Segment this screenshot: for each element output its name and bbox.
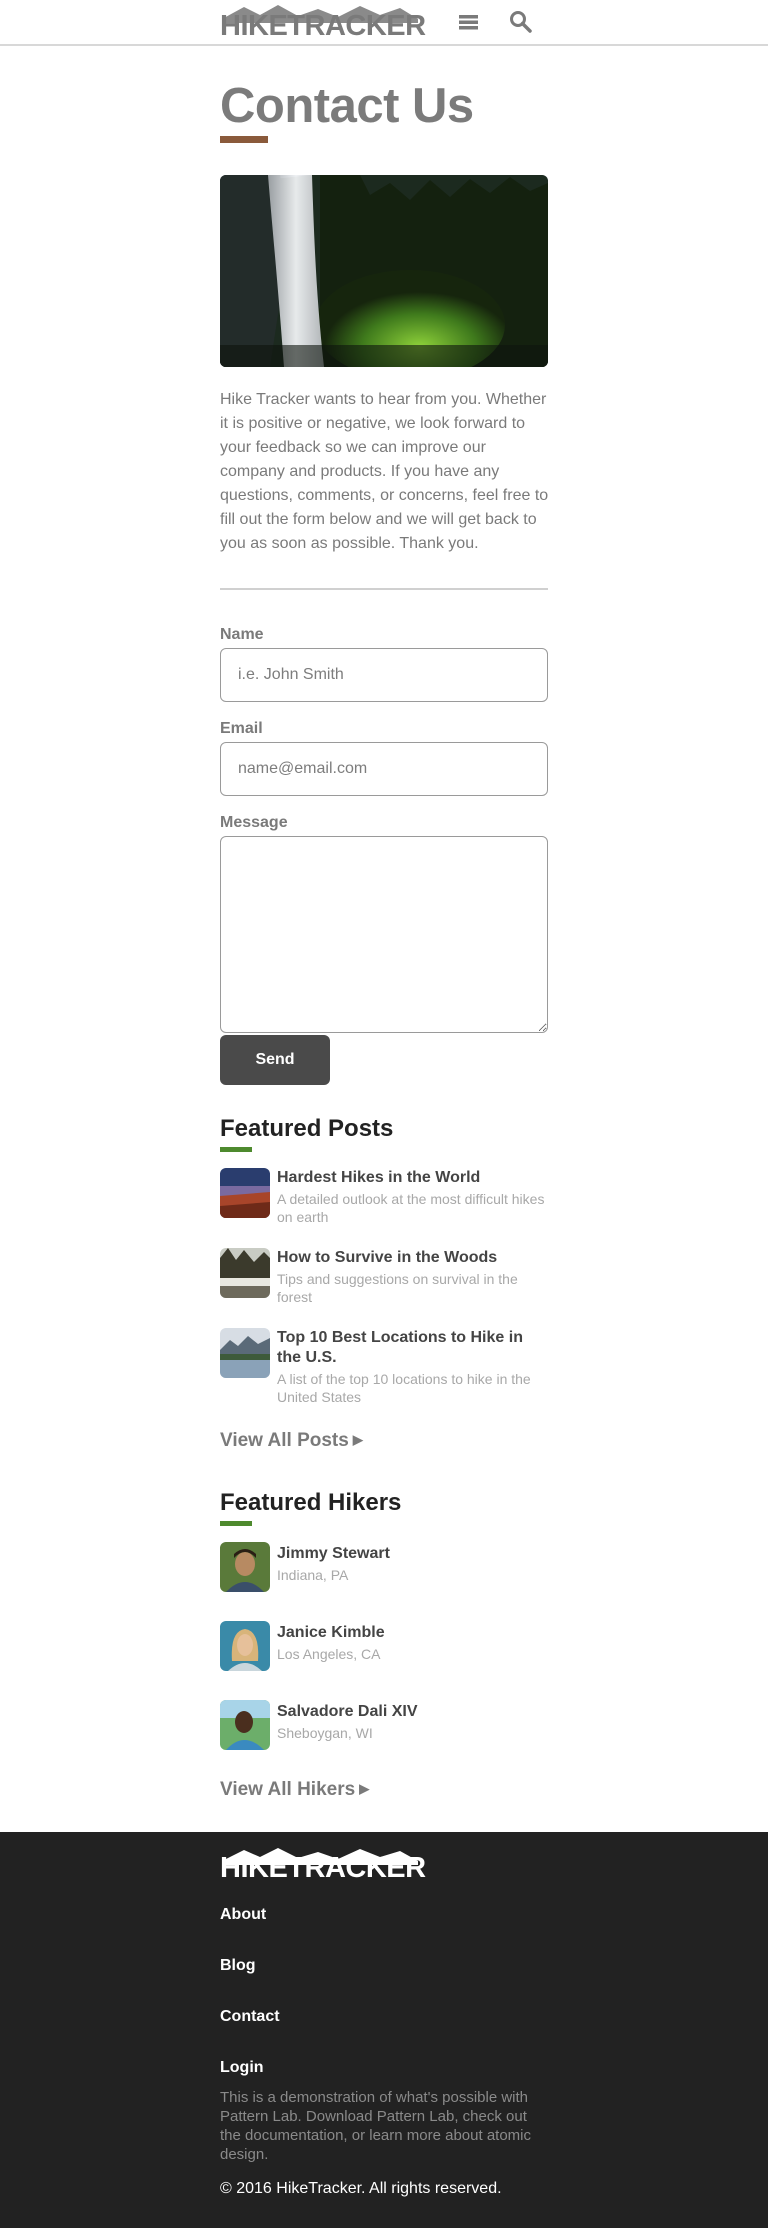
post-thumbnail xyxy=(220,1328,270,1378)
title-underline xyxy=(220,136,268,143)
post-description: A list of the top 10 locations to hike i… xyxy=(277,1371,531,1405)
email-input[interactable] xyxy=(220,742,548,796)
post-card[interactable]: Top 10 Best Locations to Hike in the U.S… xyxy=(220,1328,548,1405)
logo-text: HIKETRACKER xyxy=(220,10,426,42)
page-title: Contact Us xyxy=(220,79,474,133)
section-divider xyxy=(220,588,548,590)
play-arrow-icon: ▶ xyxy=(352,1432,363,1447)
site-header: HIKETRACKER xyxy=(0,0,768,46)
post-description: A detailed outlook at the most difficult… xyxy=(277,1191,545,1225)
site-logo[interactable]: HIKETRACKER xyxy=(220,3,426,41)
view-all-posts-label: View All Posts xyxy=(220,1430,349,1451)
footer-link-about[interactable]: About xyxy=(220,1906,266,1924)
hiker-location: Sheboygan, WI xyxy=(277,1725,373,1741)
menu-icon[interactable] xyxy=(456,10,482,34)
hiker-card[interactable]: Salvadore Dali XIV Sheboygan, WI xyxy=(220,1700,548,1750)
footer-link-login[interactable]: Login xyxy=(220,2059,264,2077)
footer-link-contact[interactable]: Contact xyxy=(220,2008,280,2026)
hiker-location: Los Angeles, CA xyxy=(277,1646,381,1662)
play-arrow-icon: ▶ xyxy=(359,1781,370,1796)
footer-link-blog[interactable]: Blog xyxy=(220,1957,256,1975)
hiker-name[interactable]: Salvadore Dali XIV xyxy=(277,1702,547,1722)
avatar xyxy=(220,1621,270,1671)
footer-copyright: © 2016 HikeTracker. All rights reserved. xyxy=(220,2180,502,2197)
featured-hikers-title: Featured Hikers xyxy=(220,1489,402,1516)
hiker-location: Indiana, PA xyxy=(277,1567,349,1583)
name-label: Name xyxy=(220,626,264,643)
post-card[interactable]: Hardest Hikes in the World A detailed ou… xyxy=(220,1168,548,1225)
send-button[interactable]: Send xyxy=(220,1035,330,1085)
footer-blurb: This is a demonstration of what's possib… xyxy=(220,2089,532,2163)
message-label: Message xyxy=(220,814,288,831)
featured-posts-title: Featured Posts xyxy=(220,1115,394,1142)
email-label: Email xyxy=(220,720,263,737)
site-footer: HIKETRACKER About Blog Contact Login Thi… xyxy=(0,1832,768,2228)
message-textarea[interactable] xyxy=(220,836,548,1033)
post-card[interactable]: How to Survive in the Woods Tips and sug… xyxy=(220,1248,548,1305)
search-icon[interactable] xyxy=(508,10,534,34)
avatar xyxy=(220,1700,270,1750)
hiker-name[interactable]: Jimmy Stewart xyxy=(277,1544,547,1564)
hiker-card[interactable]: Janice Kimble Los Angeles, CA xyxy=(220,1621,548,1671)
hiker-name[interactable]: Janice Kimble xyxy=(277,1623,547,1643)
view-all-hikers-link[interactable]: View All Hikers ▶ xyxy=(220,1779,369,1801)
avatar xyxy=(220,1542,270,1592)
post-thumbnail xyxy=(220,1168,270,1218)
post-title[interactable]: Hardest Hikes in the World xyxy=(277,1168,547,1188)
post-title[interactable]: How to Survive in the Woods xyxy=(277,1248,547,1268)
post-thumbnail xyxy=(220,1248,270,1298)
intro-text: Hike Tracker wants to hear from you. Whe… xyxy=(220,391,549,552)
view-all-posts-link[interactable]: View All Posts ▶ xyxy=(220,1430,363,1452)
hiker-card[interactable]: Jimmy Stewart Indiana, PA xyxy=(220,1542,548,1592)
name-input[interactable] xyxy=(220,648,548,702)
footer-logo[interactable]: HIKETRACKER xyxy=(220,1847,426,1883)
post-title[interactable]: Top 10 Best Locations to Hike in the U.S… xyxy=(277,1328,547,1368)
footer-logo-text: HIKETRACKER xyxy=(220,1852,426,1884)
view-all-hikers-label: View All Hikers xyxy=(220,1779,356,1800)
featured-hikers-underline xyxy=(220,1521,252,1526)
featured-posts-underline xyxy=(220,1147,252,1152)
post-description: Tips and suggestions on survival in the … xyxy=(277,1271,518,1305)
hero-waterfall-image xyxy=(220,175,548,367)
